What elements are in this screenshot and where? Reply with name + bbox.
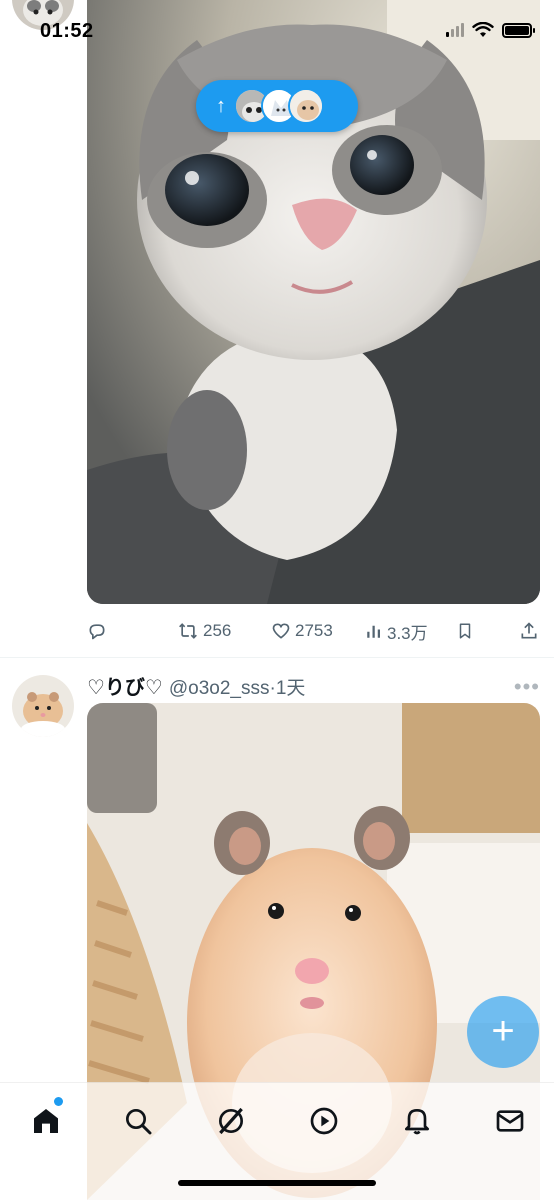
signal-icon — [446, 23, 464, 37]
bell-icon — [405, 1109, 429, 1135]
mail-icon — [496, 1110, 524, 1132]
avatar — [288, 88, 324, 124]
video-icon — [310, 1107, 338, 1135]
new-posts-pill[interactable]: ↑ — [196, 80, 358, 132]
views-button[interactable]: 3.3万 — [365, 616, 428, 646]
nav-grok[interactable] — [211, 1101, 251, 1141]
arrow-up-icon: ↑ — [216, 94, 226, 117]
views-count: 3.3万 — [387, 623, 428, 643]
home-indicator[interactable] — [178, 1180, 376, 1186]
like-count: 2753 — [295, 621, 333, 640]
user-handle[interactable]: @o3o2_sss — [169, 678, 270, 700]
share-button[interactable] — [519, 616, 539, 646]
battery-icon — [502, 22, 535, 38]
grok-icon — [219, 1107, 243, 1135]
nav-search[interactable] — [118, 1101, 158, 1141]
pill-avatars — [234, 88, 324, 124]
nav-messages[interactable] — [490, 1101, 530, 1141]
like-button[interactable]: 2753 — [271, 616, 333, 646]
views-icon — [367, 625, 380, 638]
nav-notifications[interactable] — [397, 1101, 437, 1141]
home-icon — [34, 1109, 58, 1133]
wifi-icon — [472, 22, 494, 37]
tweet-divider — [0, 657, 554, 658]
tweet-header: ♡りび♡ @o3o2_sss · 1天 — [87, 671, 305, 700]
plus-icon: + — [491, 1008, 515, 1053]
retweet-count: 256 — [203, 621, 232, 640]
heart-icon — [272, 623, 290, 639]
compose-button[interactable]: + — [467, 996, 539, 1068]
search-icon — [126, 1109, 152, 1135]
nav-home[interactable] — [26, 1101, 66, 1141]
retweet-icon — [179, 623, 197, 639]
display-name[interactable]: ♡りび♡ — [87, 671, 163, 700]
bookmark-button[interactable] — [456, 616, 474, 646]
nav-video[interactable] — [304, 1101, 344, 1141]
reply-button[interactable] — [87, 616, 111, 646]
status-time: 01:52 — [40, 20, 94, 42]
avatar[interactable] — [12, 675, 74, 737]
notification-dot — [54, 1097, 63, 1106]
bookmark-icon — [459, 623, 471, 639]
status-icons — [446, 22, 535, 38]
timestamp: 1天 — [275, 678, 306, 699]
retweet-button[interactable]: 256 — [177, 616, 231, 646]
share-icon — [521, 622, 537, 639]
reply-icon — [89, 624, 105, 640]
more-options-icon[interactable]: ••• — [514, 674, 540, 700]
tweet-actions: 256 2753 3.3万 — [87, 616, 540, 646]
